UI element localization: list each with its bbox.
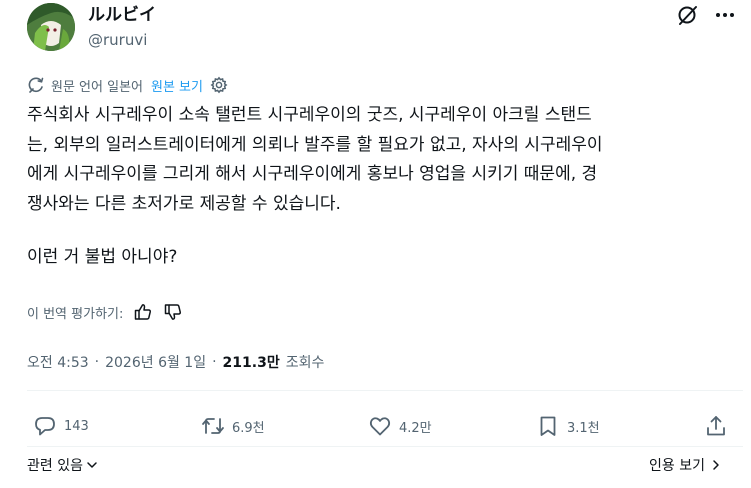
related-dropdown[interactable]: 관련 있음 xyxy=(27,454,99,476)
translation-notice: 원문 언어 일본어 원본 보기 xyxy=(27,74,228,96)
rate-label: 이 번역 평가하기: xyxy=(27,306,124,322)
like-count: 4.2만 xyxy=(399,420,432,436)
retweet-count: 6.9천 xyxy=(232,420,265,436)
share-icon xyxy=(707,416,725,436)
divider xyxy=(27,390,743,391)
avatar[interactable] xyxy=(27,3,75,51)
bookmark-icon xyxy=(540,416,556,436)
tweet-line: 는, 외부의 일러스트레이터에게 의뢰나 발주를 할 필요가 없고, 자사의 시… xyxy=(27,134,603,155)
tweet-line: 에게 시구레우이를 그리게 해서 시구레우이에게 홍보나 영업을 시키기 때문에… xyxy=(27,164,598,184)
meta-separator: · xyxy=(212,354,217,370)
tweet-line: 쟁사와는 다른 초저가로 제공할 수 있습니다. xyxy=(27,193,341,214)
retweet-button[interactable]: 6.9천 xyxy=(201,413,265,439)
gear-icon[interactable] xyxy=(210,76,228,94)
retweet-icon xyxy=(202,418,224,434)
share-button[interactable] xyxy=(704,413,728,439)
views-count: 211.3만 xyxy=(222,355,280,371)
post-date[interactable]: 2026년 6월 1일 xyxy=(105,352,206,372)
reply-button[interactable]: 143 xyxy=(33,413,89,439)
divider xyxy=(27,446,743,447)
thumbs-down-icon[interactable] xyxy=(163,302,183,322)
timestamp[interactable]: 오전 4:53 xyxy=(27,352,89,372)
user-handle[interactable]: @ruruvi xyxy=(88,30,147,50)
like-button[interactable]: 4.2만 xyxy=(368,413,432,439)
meta-separator: · xyxy=(94,354,100,370)
rate-translation: 이 번역 평가하기: xyxy=(27,300,183,324)
view-quotes-link[interactable]: 인용 보기 xyxy=(649,454,723,476)
more-options-icon[interactable] xyxy=(714,4,736,26)
heart-icon xyxy=(369,417,391,436)
related-label: 관련 있음 xyxy=(27,458,83,474)
show-original-link[interactable]: 원본 보기 xyxy=(151,76,203,95)
display-name[interactable]: ルルビイ xyxy=(88,4,156,26)
reply-icon xyxy=(35,417,55,436)
translate-icon xyxy=(28,77,44,93)
tweet-text: 주식회사 시구레우이 소속 탤런트 시구레우이의 굿즈, 시구레우이 아크릴 스… xyxy=(27,101,743,273)
chevron-down-icon xyxy=(87,462,97,468)
chevron-right-icon xyxy=(713,460,719,470)
tweet-line: 주식회사 시구레우이 소속 탤런트 시구레우이의 굿즈, 시구레우이 아크릴 스… xyxy=(27,105,592,125)
translation-language: 원문 언어 일본어 xyxy=(51,79,143,95)
tweet-line: 이런 거 불법 아니야? xyxy=(27,247,178,267)
bookmark-count: 3.1천 xyxy=(567,420,600,436)
reply-count: 143 xyxy=(64,418,89,434)
views-label: 조회수 xyxy=(285,355,325,371)
thumbs-up-icon[interactable] xyxy=(133,302,153,322)
bookmark-button[interactable]: 3.1천 xyxy=(536,413,600,439)
tweet-meta: 오전 4:53 · 2026년 6월 1일 · 211.3만 조회수 xyxy=(27,351,324,373)
view-quotes-label: 인용 보기 xyxy=(649,458,705,474)
grok-icon[interactable] xyxy=(676,3,700,27)
